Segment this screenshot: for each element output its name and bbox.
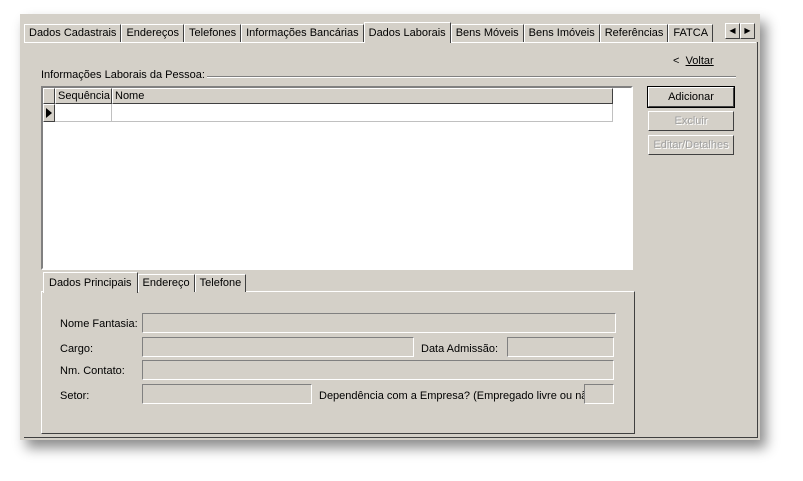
setor-field[interactable]: [142, 384, 312, 404]
tab-strip: Dados Cadastrais Endereços Telefones Inf…: [24, 22, 714, 43]
tab-endereco[interactable]: Endereço: [137, 274, 195, 292]
cargo-field[interactable]: [142, 337, 414, 357]
current-row-icon: [46, 108, 52, 118]
dependencia-field[interactable]: [584, 384, 614, 404]
voltar-label: Voltar: [685, 55, 714, 67]
tab-panel-edge: [757, 42, 758, 438]
setor-label: Setor:: [60, 390, 90, 402]
grid-corner: [43, 88, 55, 104]
cell-sequencia[interactable]: [55, 104, 112, 122]
dependencia-label: Dependência com a Empresa? (Empregado li…: [319, 390, 598, 402]
tab-dados-laborais[interactable]: Dados Laborais: [363, 22, 451, 43]
dialog-window: Dados Cadastrais Endereços Telefones Inf…: [20, 14, 760, 440]
column-header-nome[interactable]: Nome: [112, 88, 613, 104]
tab-dados-principais[interactable]: Dados Principais: [43, 272, 138, 293]
tab-telefone[interactable]: Telefone: [194, 274, 247, 292]
data-admissao-label: Data Admissão:: [421, 343, 499, 355]
data-admissao-field[interactable]: [507, 337, 614, 357]
cell-nome[interactable]: [112, 104, 613, 122]
back-arrow-icon: <: [673, 55, 680, 67]
nm-contato-field[interactable]: [142, 360, 614, 380]
sub-tab-strip: Dados Principais Endereço Telefone: [43, 272, 247, 293]
tab-enderecos[interactable]: Endereços: [121, 24, 185, 42]
nome-fantasia-field[interactable]: [142, 313, 616, 333]
tab-scroll-left-icon[interactable]: ◀: [725, 23, 740, 39]
grid-header: Sequência Nome: [43, 88, 613, 104]
tab-telefones[interactable]: Telefones: [184, 24, 242, 42]
nm-contato-label: Nm. Contato:: [60, 365, 125, 377]
voltar-link[interactable]: < Voltar: [673, 55, 714, 67]
group-title: Informações Laborais da Pessoa:: [41, 69, 207, 81]
tab-dados-cadastrais[interactable]: Dados Cadastrais: [24, 24, 122, 42]
delete-button[interactable]: Excluir: [648, 111, 734, 131]
laborais-grid[interactable]: Sequência Nome: [41, 86, 633, 270]
tab-informacoes-bancarias[interactable]: Informações Bancárias: [241, 24, 364, 42]
cargo-label: Cargo:: [60, 343, 94, 355]
row-indicator: [43, 104, 55, 122]
tab-bens-moveis[interactable]: Bens Móveis: [450, 24, 524, 42]
nome-fantasia-label: Nome Fantasia:: [60, 318, 138, 330]
tab-bens-imoveis[interactable]: Bens Imóveis: [523, 24, 600, 42]
tab-referencias[interactable]: Referências: [599, 24, 669, 42]
add-button[interactable]: Adicionar: [647, 86, 735, 108]
column-header-sequencia[interactable]: Sequência: [55, 88, 112, 104]
tab-fatca[interactable]: FATCA: [668, 24, 714, 42]
table-row[interactable]: [43, 104, 613, 122]
tab-panel-edge-bottom: [24, 437, 758, 438]
edit-details-button[interactable]: Editar/Detalhes: [648, 135, 734, 155]
tab-scroll-right-icon[interactable]: ▶: [740, 23, 755, 39]
